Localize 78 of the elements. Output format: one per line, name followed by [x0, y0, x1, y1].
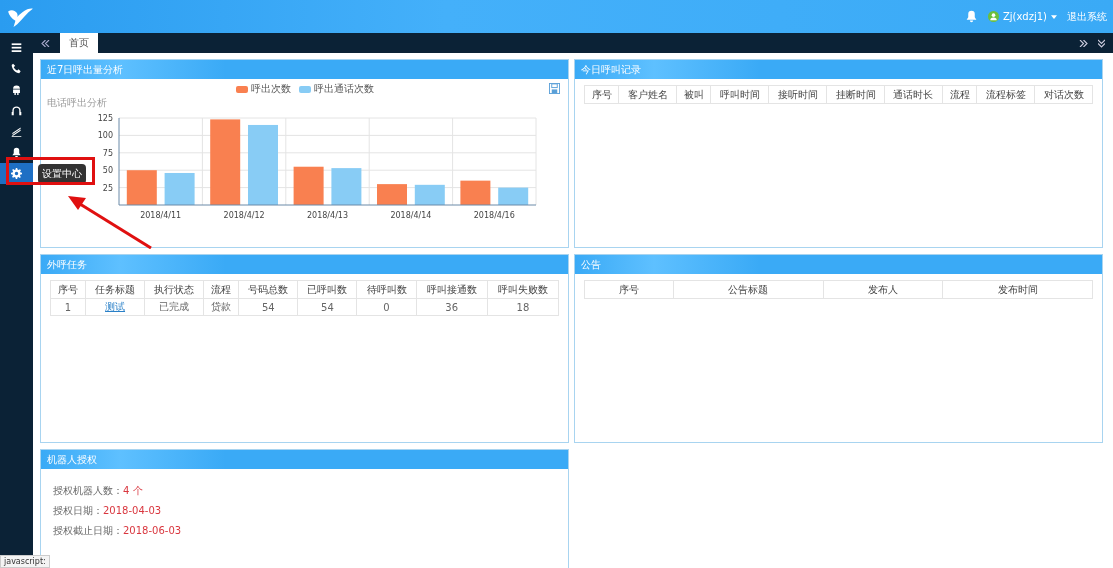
panel-title: 近7日呼出量分析	[47, 62, 124, 77]
double-chevron-left-icon[interactable]	[41, 39, 50, 47]
column-header: 对话次数	[1034, 85, 1093, 104]
table-cell: 54	[238, 298, 298, 316]
column-header: 序号	[584, 280, 674, 299]
bell-icon	[11, 147, 22, 158]
table-cell: 54	[297, 298, 357, 316]
y-tick-label: 125	[97, 114, 113, 123]
chart-title: 电话呼出分析	[46, 96, 108, 110]
field-label: 授权截止日期：	[53, 525, 123, 536]
table-cell: 1	[50, 298, 86, 316]
settings-icon	[11, 168, 22, 179]
status-text: javascript:	[0, 555, 50, 568]
column-header: 公告标题	[673, 280, 824, 299]
table-cell: 已完成	[144, 298, 204, 316]
x-tick-label: 2018/4/16	[473, 211, 515, 220]
menu-icon	[11, 42, 22, 53]
bar	[460, 180, 491, 205]
column-header: 流程	[203, 280, 239, 299]
bar	[331, 168, 362, 205]
table-cell: 贷款	[203, 298, 239, 316]
headset-icon	[11, 105, 22, 116]
table-cell: 0	[356, 298, 417, 316]
caret-icon	[1051, 14, 1057, 19]
column-header: 号码总数	[238, 280, 298, 299]
column-header: 任务标题	[85, 280, 145, 299]
double-chevron-down-icon[interactable]	[1098, 38, 1105, 48]
table-cell: 18	[487, 298, 559, 316]
column-header: 呼叫失败数	[487, 280, 559, 299]
column-header: 接听时间	[768, 85, 827, 104]
bar	[126, 170, 157, 205]
bar	[164, 173, 195, 205]
robot-icon	[11, 84, 22, 95]
task-link[interactable]: 测试	[85, 298, 145, 316]
column-header: 发布时间	[942, 280, 1093, 299]
x-tick-label: 2018/4/14	[390, 211, 432, 220]
column-header: 序号	[584, 85, 619, 104]
x-tick-label: 2018/4/11	[140, 211, 182, 220]
user-icon	[987, 11, 999, 22]
column-header: 被叫	[676, 85, 711, 104]
panel-title: 今日呼叫记录	[581, 62, 641, 77]
column-header: 已呼叫数	[297, 280, 357, 299]
field-value: 2018-06-03	[123, 525, 182, 536]
column-header: 序号	[50, 280, 86, 299]
y-tick-label: 100	[97, 131, 113, 141]
tooltip: 设置中心	[38, 164, 86, 184]
column-header: 挂断时间	[826, 85, 885, 104]
x-tick-label: 2018/4/13	[307, 211, 348, 220]
y-tick-label: 50	[102, 166, 113, 176]
bar	[293, 166, 324, 205]
y-tick-label: 75	[102, 148, 113, 158]
panel-title: 外呼任务	[47, 257, 87, 272]
field-value: 2018-04-03	[103, 505, 162, 516]
column-header: 呼叫接通数	[416, 280, 488, 299]
column-header: 通话时长	[884, 85, 943, 104]
column-header: 发布人	[823, 280, 943, 299]
field-value: 4 个	[123, 485, 143, 496]
x-tick-label: 2018/4/12	[223, 211, 265, 220]
tab[interactable]: 首页	[60, 33, 98, 53]
column-header: 流程标签	[976, 85, 1035, 104]
panel-title: 机器人授权	[47, 452, 97, 467]
phone-icon	[11, 63, 22, 74]
column-header: 呼叫时间	[710, 85, 769, 104]
panel-title: 公告	[581, 257, 601, 272]
legend-item[interactable]: 呼出通话次数	[298, 82, 374, 96]
field-label: 授权日期：	[53, 505, 103, 516]
double-chevron-right-icon[interactable]	[1079, 39, 1088, 47]
column-header: 待呼叫数	[356, 280, 417, 299]
bar	[377, 184, 407, 205]
column-header: 流程	[942, 85, 977, 104]
table-cell: 36	[416, 298, 488, 316]
legend-item[interactable]: 呼出次数	[235, 82, 291, 96]
bar	[414, 184, 445, 205]
field-label: 授权机器人数：	[53, 485, 123, 496]
save-icon[interactable]	[549, 83, 560, 94]
column-header: 执行状态	[144, 280, 204, 299]
y-tick-label: 25	[102, 183, 113, 193]
column-header: 客户姓名	[618, 85, 677, 104]
